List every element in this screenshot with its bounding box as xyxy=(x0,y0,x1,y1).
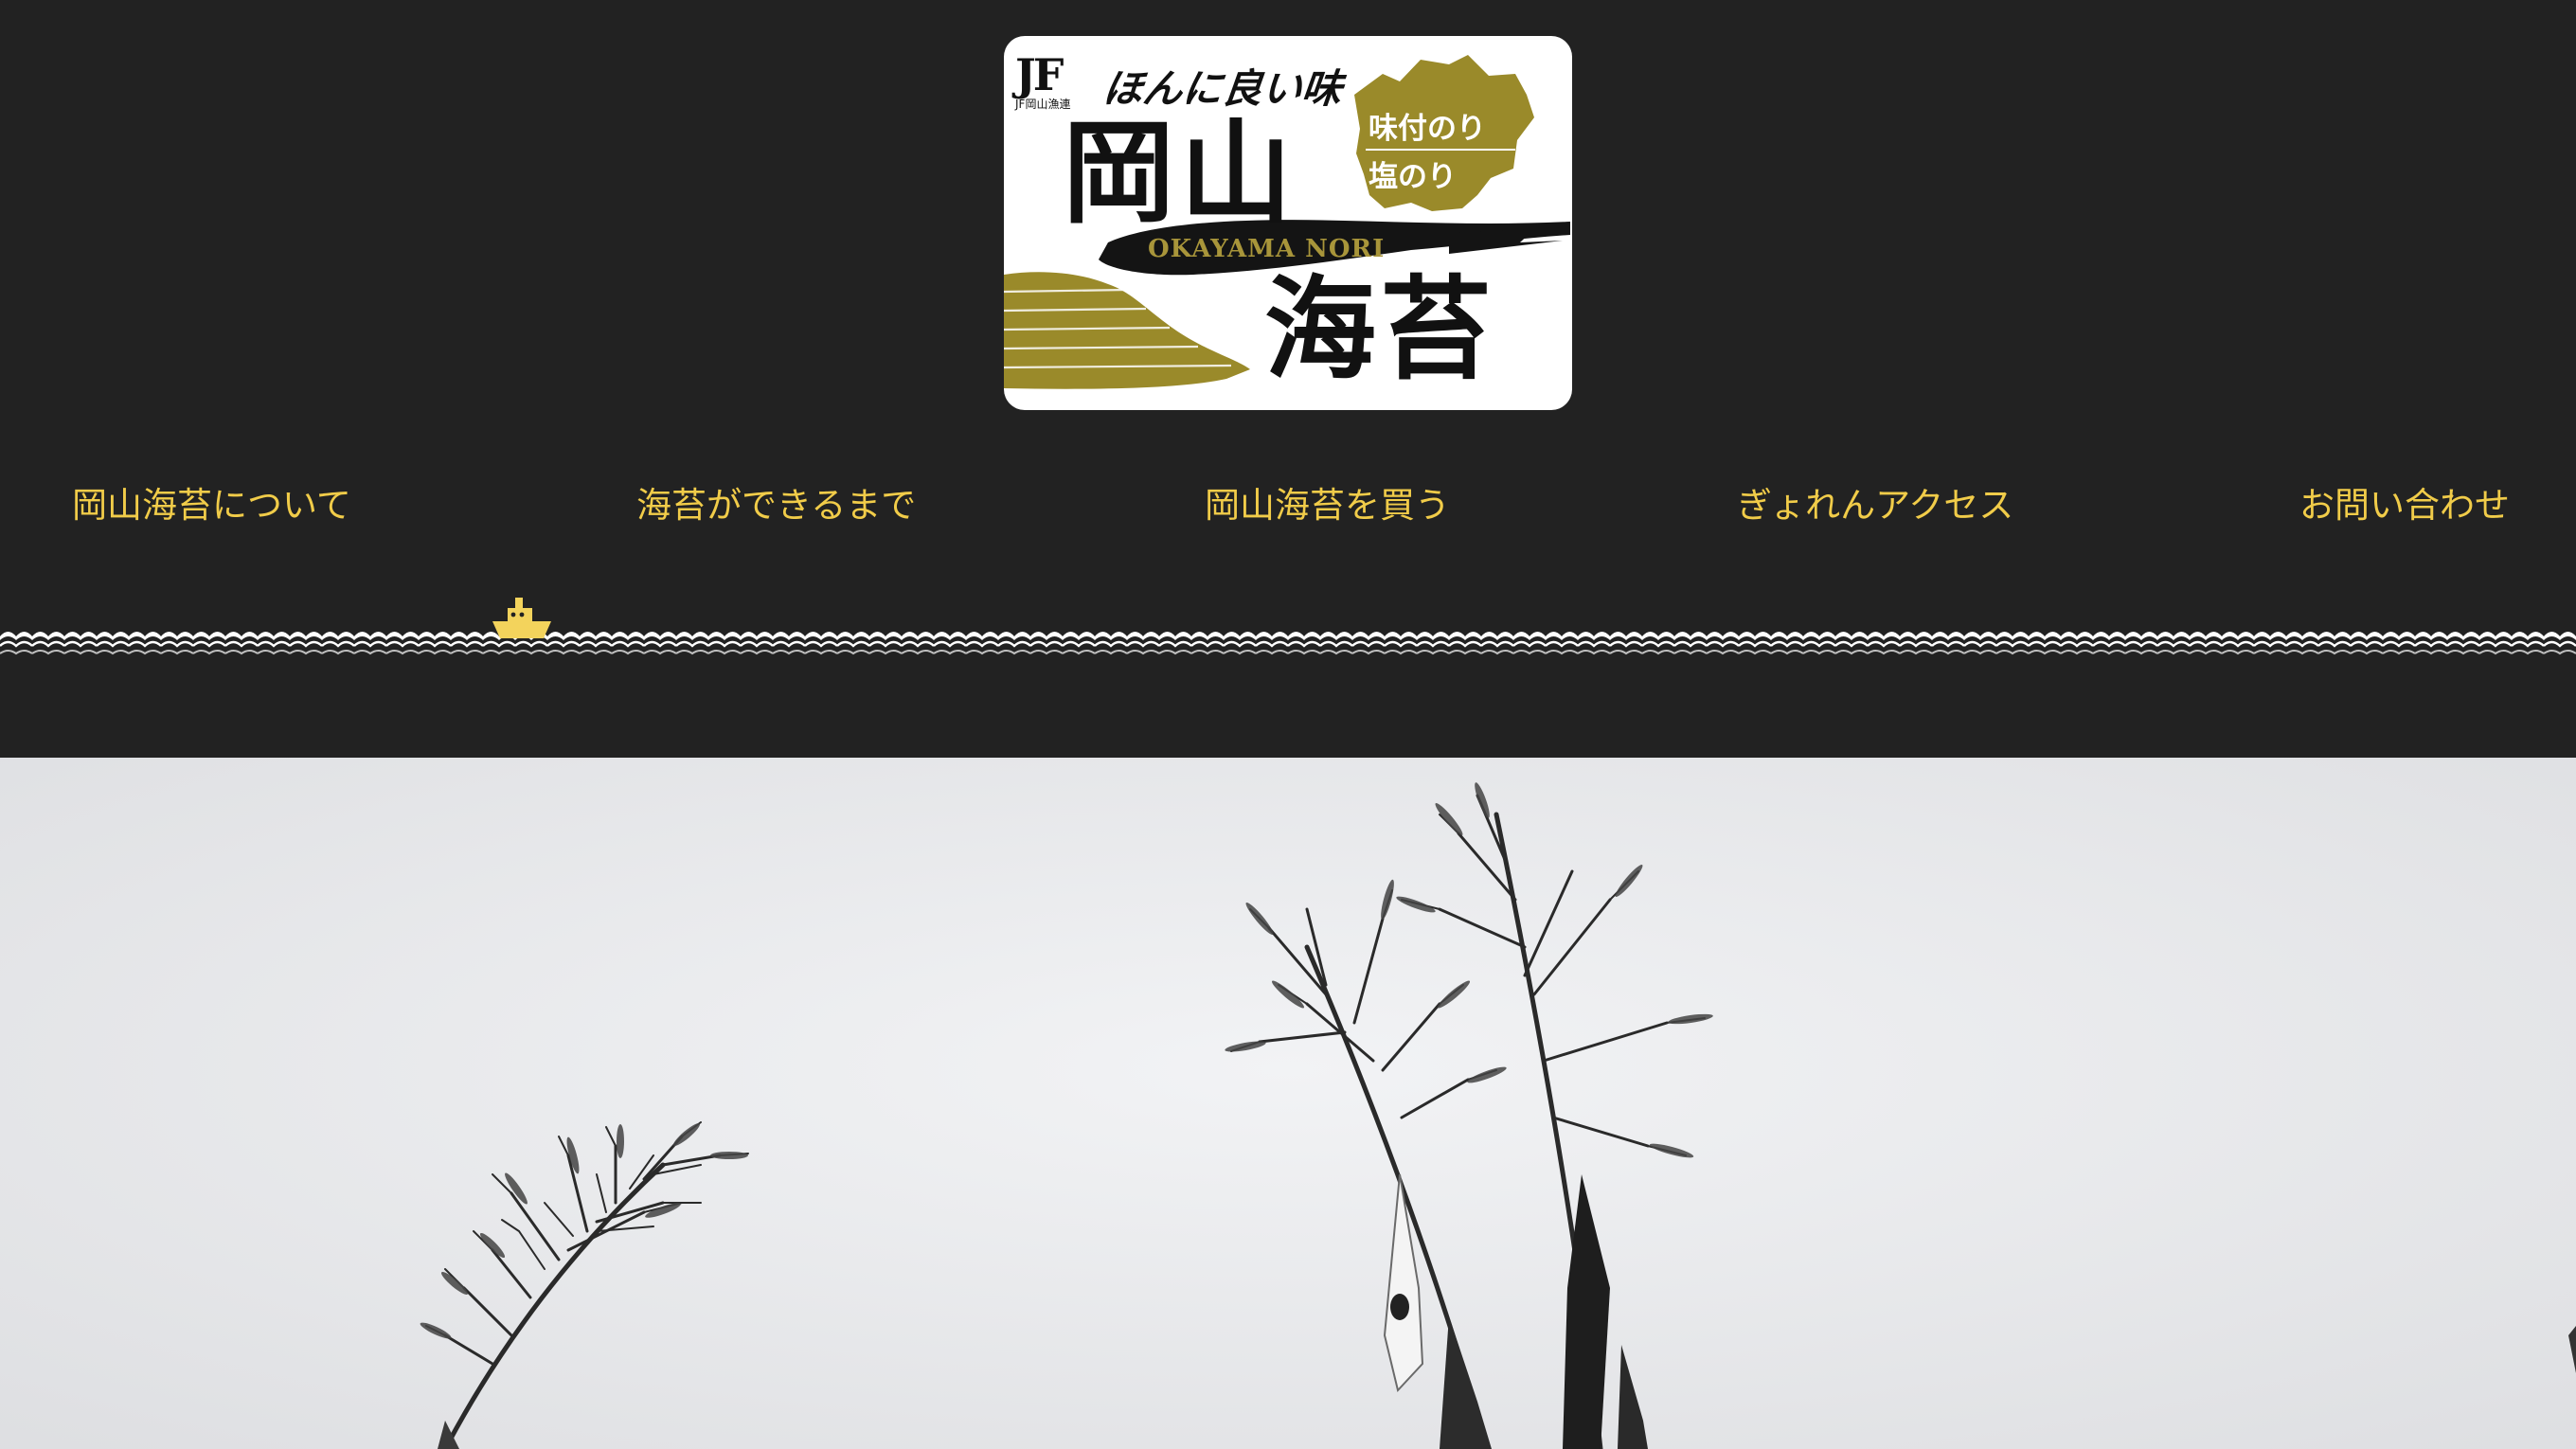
logo-title-bottom: 海苔 xyxy=(1264,263,1496,395)
ship-icon xyxy=(492,598,551,638)
nav-buy[interactable]: 岡山海苔を買う xyxy=(1205,481,1450,530)
nav-about[interactable]: 岡山海苔について xyxy=(72,481,351,530)
site-header: JF JF岡山漁連 ほんに良い味 岡山 OKAYAMA NORI 海苔 味付のり… xyxy=(0,0,2576,758)
bamboo-photo xyxy=(0,758,2576,1449)
logo-title-en: OKAYAMA NORI xyxy=(1148,235,1386,263)
jf-letters: JF xyxy=(1015,49,1064,100)
nav-process[interactable]: 海苔ができるまで xyxy=(636,481,916,530)
coast-shape xyxy=(1004,272,1250,389)
site-logo[interactable]: JF JF岡山漁連 ほんに良い味 岡山 OKAYAMA NORI 海苔 味付のり… xyxy=(1004,36,1572,410)
nav-access[interactable]: ぎょれんアクセス xyxy=(1737,481,2013,530)
logo-badge-line2: 塩のり xyxy=(1368,160,1457,194)
hero-image xyxy=(0,758,2576,1449)
nav-contact[interactable]: お問い合わせ xyxy=(2299,481,2510,530)
logo-title-top: 岡山 xyxy=(1063,107,1298,239)
wave-divider xyxy=(0,625,2576,663)
logo-tagline: ほんに良い味 xyxy=(1100,65,1345,112)
logo-badge-line1: 味付のり xyxy=(1368,112,1486,146)
